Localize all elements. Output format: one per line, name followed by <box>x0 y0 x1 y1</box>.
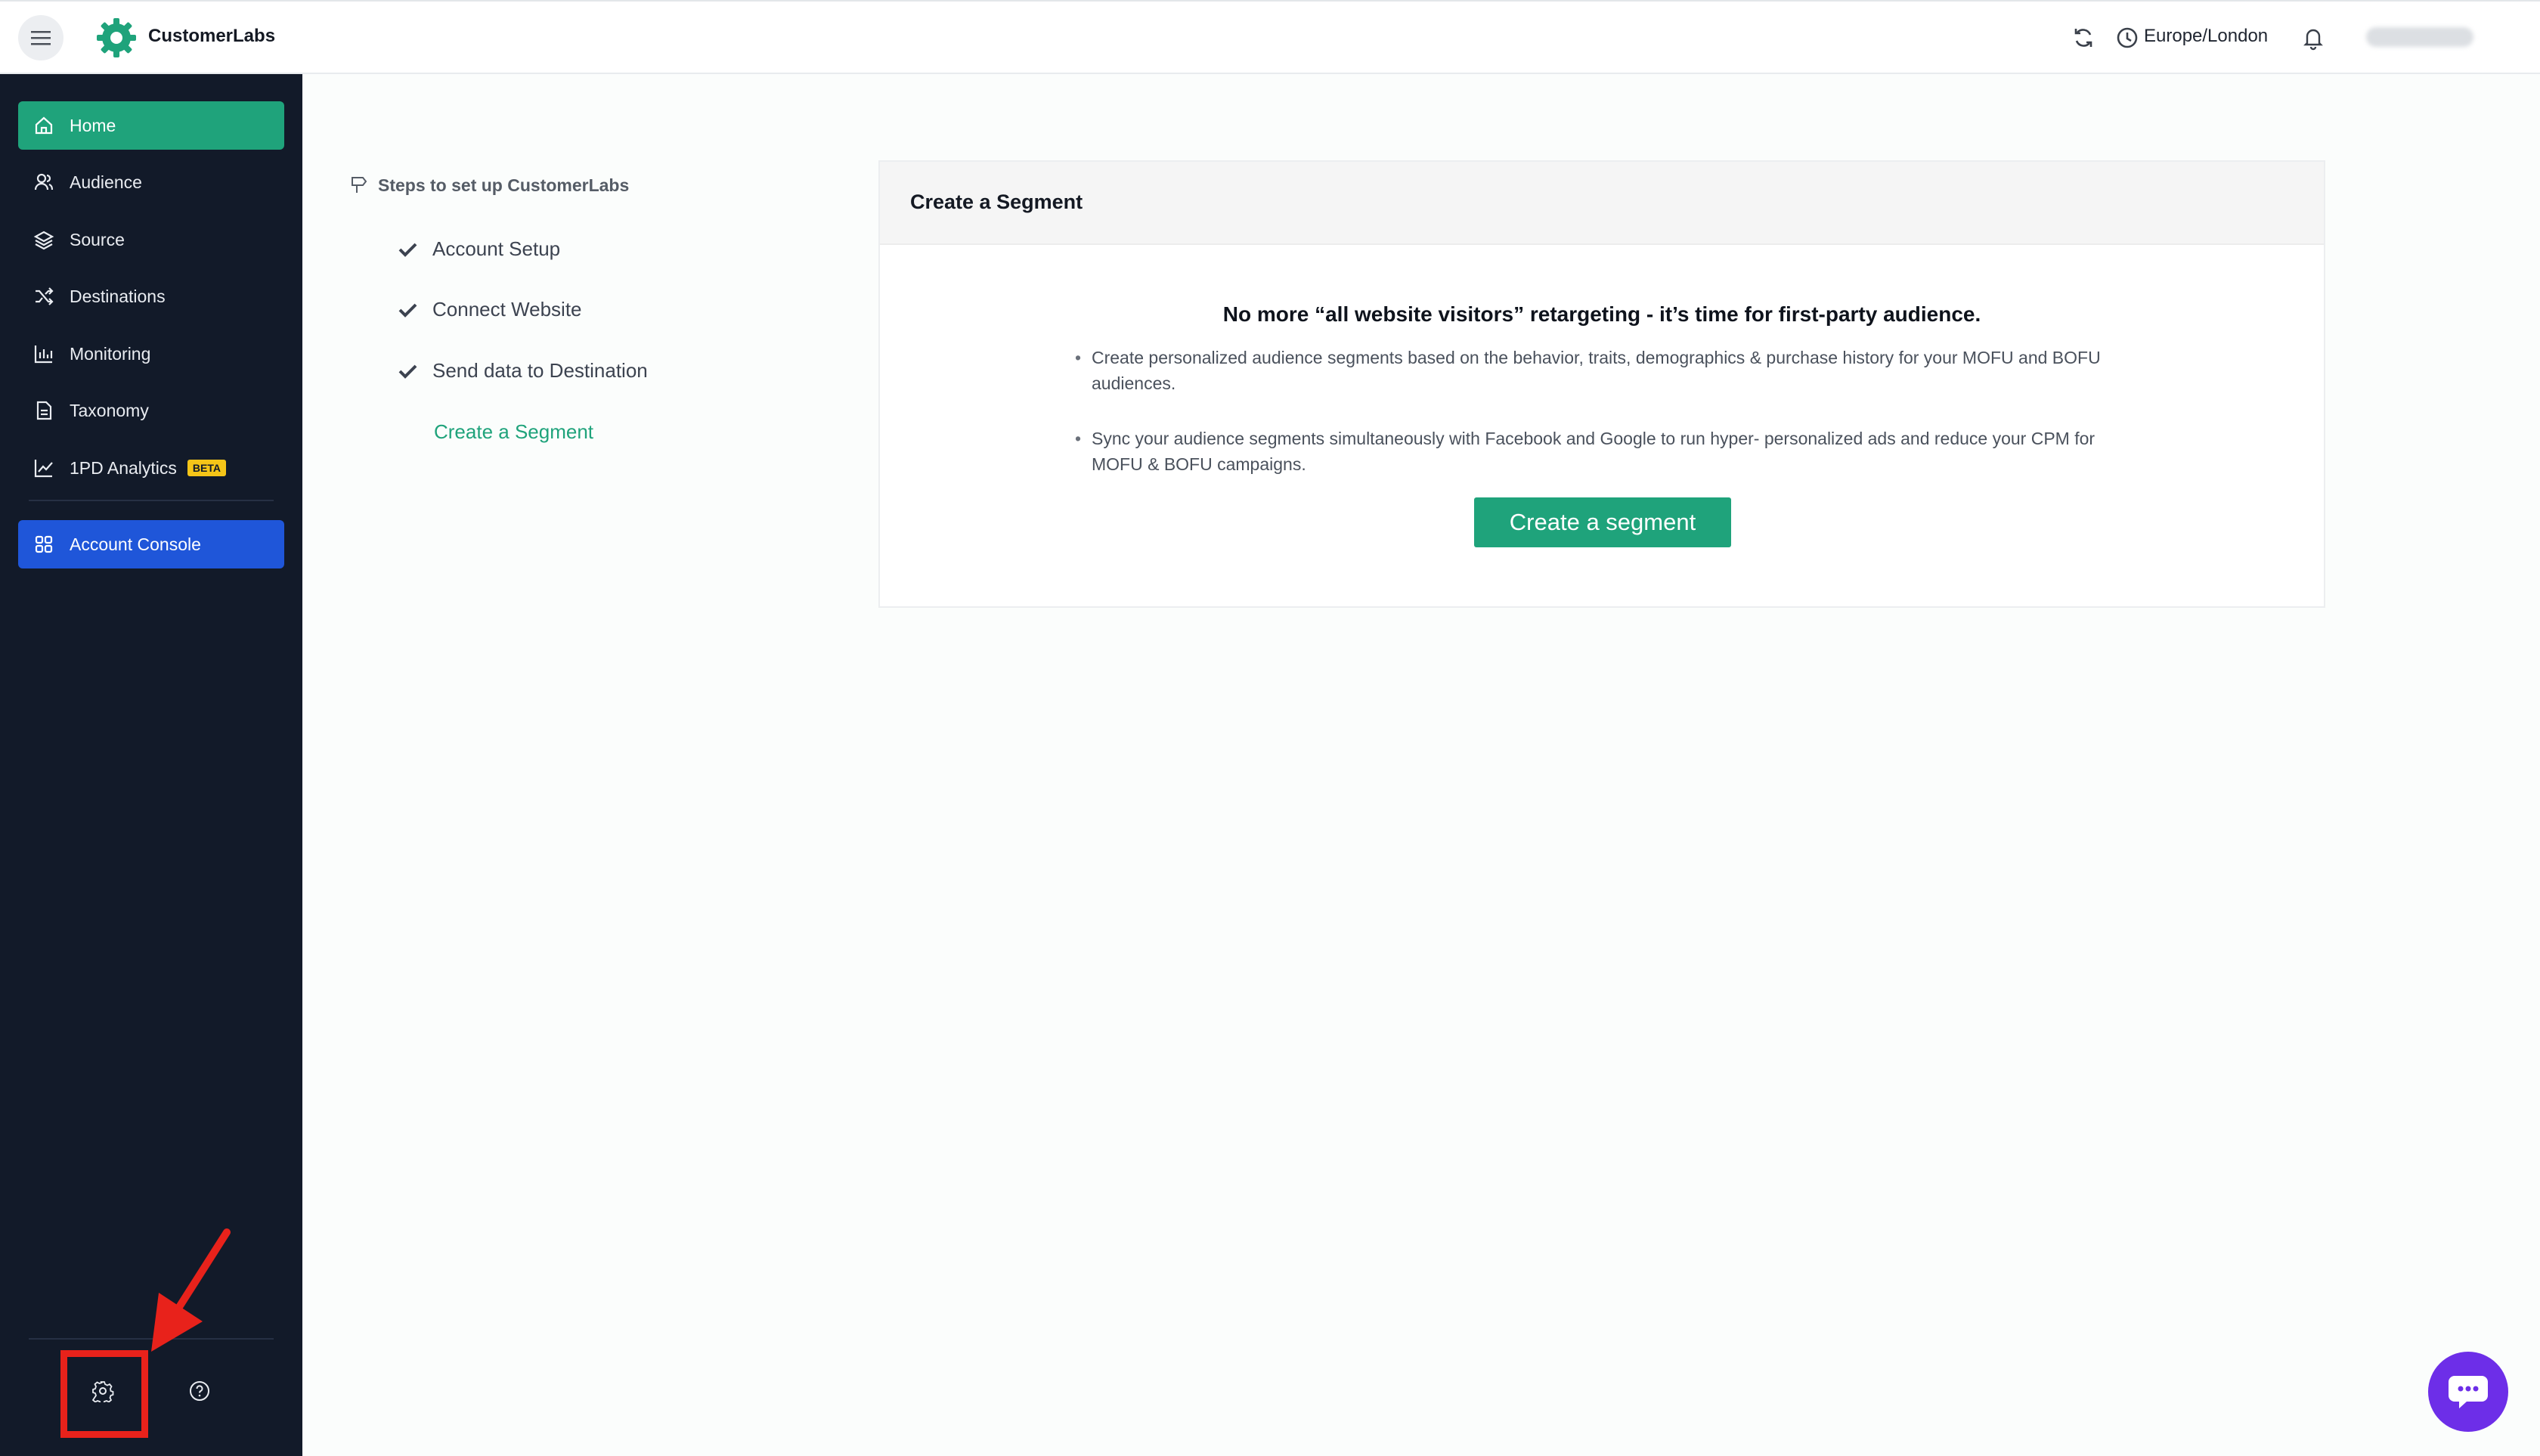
check-icon <box>398 243 417 257</box>
create-segment-card: Create a Segment No more “all website vi… <box>878 160 2325 608</box>
layers-icon <box>32 228 56 252</box>
sidebar-item-destinations[interactable]: Destinations <box>18 272 284 321</box>
bar-chart-icon <box>32 342 56 366</box>
sidebar-item-label: 1PD Analytics <box>70 457 177 478</box>
sidebar-item-label: Monitoring <box>70 343 151 364</box>
beta-badge: BETA <box>187 460 226 476</box>
steps-title-text: Steps to set up CustomerLabs <box>378 175 630 195</box>
menu-toggle-button[interactable] <box>18 15 64 60</box>
check-icon <box>398 303 417 318</box>
card-bullet: Create personalized audience segments ba… <box>1075 345 2126 396</box>
sidebar-item-label: Home <box>70 115 116 135</box>
step-connect-website: Connect Website <box>396 298 582 321</box>
sidebar-item-label: Audience <box>70 172 142 192</box>
step-send-data: Send data to Destination <box>396 359 648 383</box>
step-label: Connect Website <box>432 298 582 321</box>
card-bullet: Sync your audience segments simultaneous… <box>1075 426 2126 477</box>
create-segment-button[interactable]: Create a segment <box>1474 497 1731 547</box>
card-title: Create a Segment <box>910 191 1083 213</box>
brand-name: CustomerLabs <box>148 26 276 46</box>
help-button[interactable] <box>184 1376 215 1406</box>
card-header: Create a Segment <box>880 162 2324 245</box>
sidebar-item-home[interactable]: Home <box>18 101 284 150</box>
signpost-icon <box>348 174 370 197</box>
sidebar-item-taxonomy[interactable]: Taxonomy <box>18 386 284 435</box>
customerlabs-logo-icon <box>97 18 136 57</box>
account-console-button[interactable]: Account Console <box>18 520 284 568</box>
sidebar-item-label: Taxonomy <box>70 400 149 420</box>
step-label: Send data to Destination <box>432 359 648 382</box>
hamburger-icon <box>31 31 51 45</box>
annotation-arrow-icon <box>151 1228 231 1352</box>
sidebar-item-label: Source <box>70 229 125 249</box>
help-icon <box>190 1381 209 1401</box>
top-bar: CustomerLabs Europe/London <box>0 0 2540 74</box>
annotation-highlight-box <box>60 1350 148 1438</box>
notification-bell-icon[interactable] <box>2300 24 2327 51</box>
sidebar-item-source[interactable]: Source <box>18 215 284 264</box>
sidebar-item-monitoring[interactable]: Monitoring <box>18 330 284 378</box>
step-account-setup: Account Setup <box>396 237 560 261</box>
step-label: Account Setup <box>432 237 561 260</box>
line-chart-icon <box>32 456 56 480</box>
account-console-label: Account Console <box>70 534 201 554</box>
user-menu[interactable] <box>2366 27 2473 47</box>
check-icon <box>398 364 417 379</box>
card-heading: No more “all website visitors” retargeti… <box>1222 302 1981 326</box>
shuffle-icon <box>32 284 56 308</box>
document-icon <box>32 398 56 423</box>
refresh-icon[interactable] <box>2070 24 2097 51</box>
grid-icon <box>32 532 56 556</box>
chat-widget-button[interactable] <box>2428 1352 2508 1432</box>
sidebar-item-1pd-analytics[interactable]: 1PD Analytics BETA <box>18 444 284 492</box>
home-icon <box>32 113 56 138</box>
sidebar-item-label: Destinations <box>70 286 166 306</box>
step-label: Create a Segment <box>434 420 594 443</box>
clock-icon <box>2117 27 2138 48</box>
sidebar-item-audience[interactable]: Audience <box>18 158 284 206</box>
users-icon <box>32 170 56 194</box>
chat-bubble-icon <box>2449 1376 2488 1408</box>
steps-title: Steps to set up CustomerLabs <box>348 174 629 197</box>
step-create-segment[interactable]: Create a Segment <box>434 420 593 444</box>
sidebar-divider <box>29 500 274 501</box>
timezone-selector[interactable]: Europe/London <box>2144 26 2268 47</box>
